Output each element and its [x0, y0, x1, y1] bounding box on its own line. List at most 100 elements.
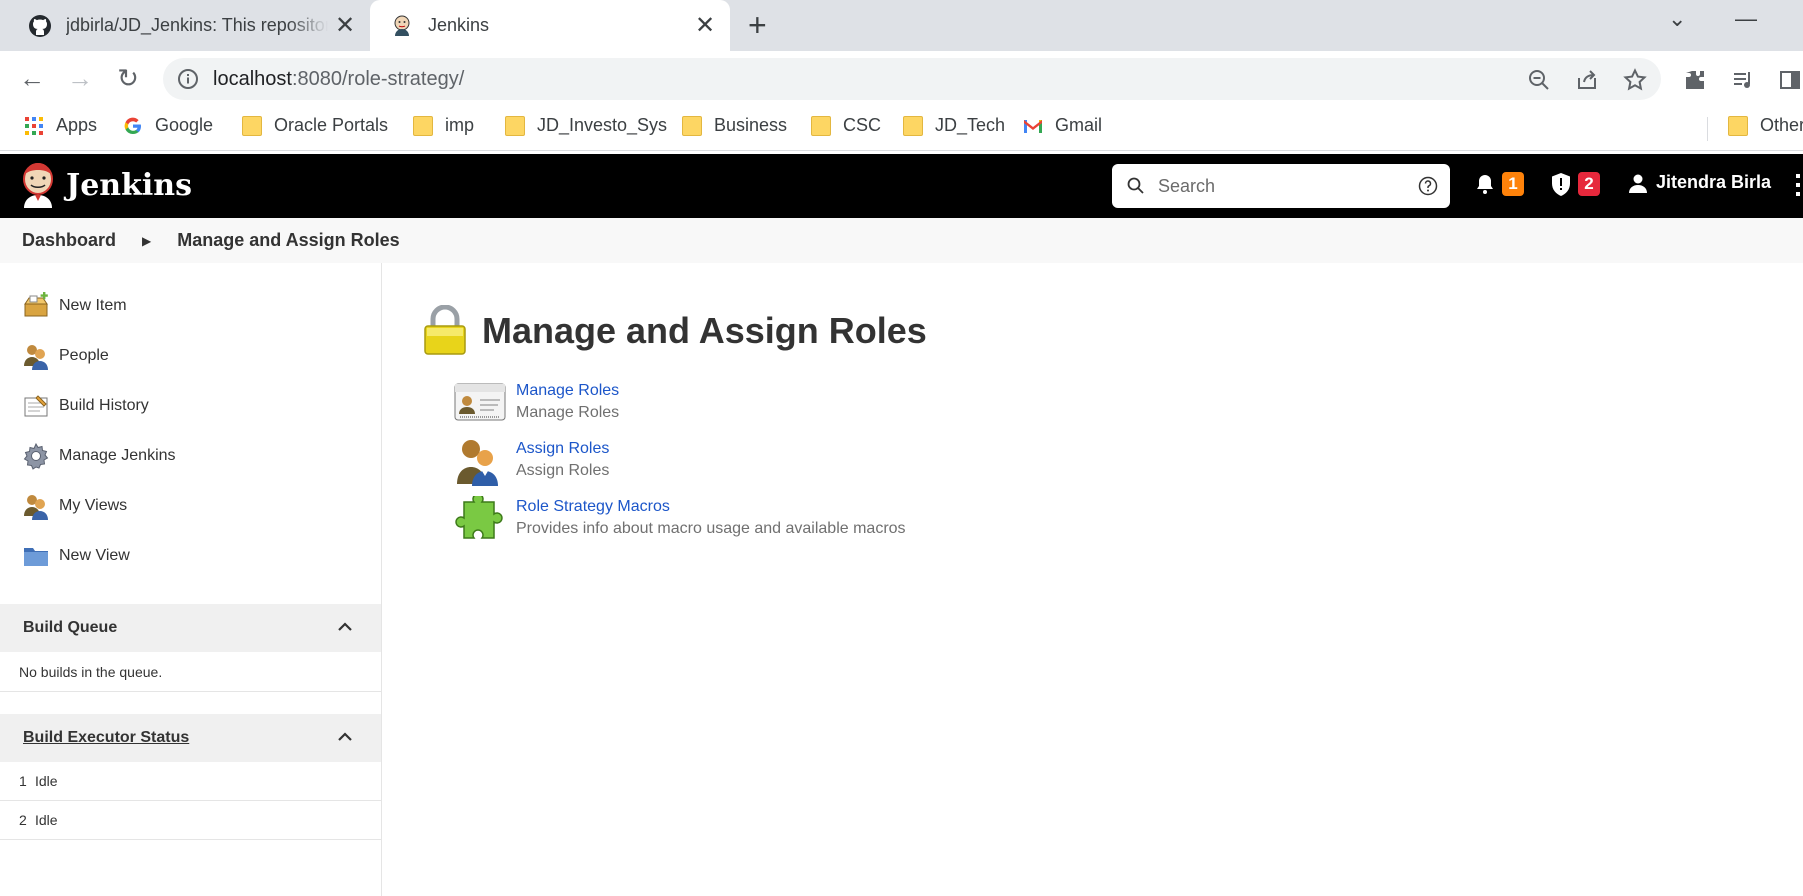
page-heading: Manage and Assign Roles — [422, 305, 927, 357]
url-path: :8080/role-strategy/ — [291, 68, 465, 90]
folder-icon — [1728, 115, 1748, 136]
folder-icon — [505, 115, 525, 136]
build-queue-empty: No builds in the queue. — [0, 652, 381, 692]
chevron-up-icon[interactable] — [337, 619, 353, 635]
extensions-icon[interactable] — [1682, 68, 1708, 92]
executor-number: 1 — [19, 773, 27, 789]
tab-jenkins[interactable]: Jenkins ✕ — [370, 0, 730, 51]
bookmark-csc[interactable]: CSC — [811, 115, 881, 136]
back-button[interactable]: ← — [15, 61, 49, 95]
bookmark-oracle-portals[interactable]: Oracle Portals — [242, 115, 388, 136]
jenkins-home-link[interactable]: Jenkins — [20, 162, 192, 208]
url-text[interactable]: localhost:8080/role-strategy/ — [213, 68, 464, 91]
chevron-up-icon[interactable] — [337, 729, 353, 745]
people-icon — [24, 345, 48, 370]
executor-status-title[interactable]: Build Executor Status — [23, 729, 189, 747]
task-my-views[interactable]: My Views — [22, 492, 127, 520]
site-info-icon[interactable] — [177, 68, 199, 90]
jenkins-header: Jenkins 1 2 Jitendra Birla — [0, 154, 1803, 218]
notifications-button[interactable]: 1 — [1474, 172, 1524, 196]
assign-roles-link[interactable]: Assign Roles — [516, 440, 609, 458]
jenkins-brand: Jenkins — [66, 167, 192, 203]
tab-github[interactable]: jdbirla/JD_Jenkins: This repository ✕ — [0, 0, 370, 51]
bookmark-google[interactable]: Google — [123, 115, 213, 136]
bookmark-label: Business — [714, 115, 788, 135]
manage-roles-item: Manage Roles Manage Roles — [454, 380, 619, 428]
executor-status-header[interactable]: Build Executor Status — [0, 714, 381, 762]
folder-icon — [811, 115, 831, 136]
breadcrumb-current[interactable]: Manage and Assign Roles — [177, 230, 399, 251]
search-input[interactable] — [1158, 172, 1408, 200]
bell-icon — [1477, 175, 1493, 194]
folder-icon — [682, 115, 702, 136]
user-icon — [1629, 174, 1647, 193]
bookmark-label: JD_Tech — [935, 115, 1006, 135]
tab-search-icon[interactable]: ⌄ — [1668, 6, 1686, 32]
close-tab-icon[interactable]: ✕ — [328, 11, 362, 40]
github-icon — [29, 14, 51, 37]
bookmark-apps[interactable]: Apps — [24, 115, 97, 136]
tab-title: Jenkins — [428, 15, 490, 35]
breadcrumb-dashboard[interactable]: Dashboard — [22, 230, 116, 251]
help-icon[interactable] — [1418, 176, 1438, 196]
executor-status: Idle — [35, 812, 58, 828]
folder-icon — [242, 115, 262, 136]
task-label: New View — [59, 547, 130, 564]
share-icon[interactable] — [1575, 68, 1599, 92]
folder-icon — [903, 115, 923, 136]
more-menu-icon[interactable] — [1796, 174, 1800, 198]
address-bar[interactable]: localhost:8080/role-strategy/ — [163, 58, 1661, 100]
bookmark-jd-investo-sys[interactable]: JD_Investo_Sys — [505, 115, 667, 136]
manage-roles-link[interactable]: Manage Roles — [516, 382, 619, 400]
assign-roles-desc: Assign Roles — [516, 462, 610, 479]
task-build-history[interactable]: Build History — [22, 392, 149, 420]
build-queue-empty-text: No builds in the queue. — [19, 663, 163, 680]
zoom-out-icon[interactable] — [1527, 68, 1551, 92]
security-warnings-button[interactable]: 2 — [1550, 172, 1600, 196]
puzzle-icon — [455, 496, 503, 539]
reload-button[interactable]: ↻ — [111, 61, 145, 95]
bookmark-label: imp — [445, 115, 475, 135]
url-host: localhost — [213, 68, 292, 90]
bookmark-label: JD_Investo_Sys — [537, 115, 668, 135]
task-label: People — [59, 347, 109, 364]
new-tab-button[interactable]: + — [748, 8, 767, 42]
bookmark-gmail[interactable]: Gmail — [1023, 115, 1102, 136]
bookmark-business[interactable]: Business — [682, 115, 787, 136]
reading-list-icon[interactable] — [1730, 68, 1756, 92]
jenkins-icon — [394, 15, 410, 36]
gmail-icon — [1024, 119, 1042, 133]
bookmark-imp[interactable]: imp — [413, 115, 474, 136]
bookmark-jd-tech[interactable]: JD_Tech — [903, 115, 1005, 136]
bookmark-label: Oracle Portals — [274, 115, 389, 135]
task-people[interactable]: People — [22, 342, 109, 370]
task-manage-jenkins[interactable]: Manage Jenkins — [22, 442, 176, 470]
bookmark-other[interactable]: Other — [1728, 115, 1803, 136]
role-strategy-macros-item: Role Strategy Macros Provides info about… — [454, 496, 906, 544]
bookmark-label: Other — [1760, 115, 1803, 135]
side-panel-icon[interactable] — [1777, 68, 1803, 92]
bookmark-star-icon[interactable] — [1623, 68, 1647, 92]
task-new-item[interactable]: New Item — [22, 292, 127, 320]
build-queue-header[interactable]: Build Queue — [0, 604, 381, 652]
search-icon — [1127, 177, 1144, 194]
forward-button[interactable]: → — [63, 61, 97, 95]
user-menu[interactable]: Jitendra Birla — [1628, 172, 1771, 193]
jenkins-logo-icon — [23, 163, 53, 208]
role-strategy-macros-desc: Provides info about macro usage and avai… — [516, 520, 906, 537]
build-history-icon — [24, 395, 48, 417]
task-new-view[interactable]: New View — [22, 542, 130, 570]
close-tab-icon[interactable]: ✕ — [688, 11, 722, 40]
folder-icon — [413, 115, 433, 136]
folder-icon — [24, 548, 48, 566]
role-strategy-macros-link[interactable]: Role Strategy Macros — [516, 498, 906, 516]
executor-number: 2 — [19, 812, 27, 828]
minimize-window-button[interactable]: — — [1735, 6, 1757, 32]
search-box[interactable] — [1112, 164, 1450, 208]
executor-row: 1 Idle — [0, 762, 381, 801]
tab-title: jdbirla/JD_Jenkins: This repository — [66, 15, 328, 35]
notifications-badge: 1 — [1502, 172, 1524, 196]
apps-grid-icon — [25, 116, 43, 135]
lock-icon — [424, 305, 466, 355]
users-icon — [457, 440, 498, 486]
